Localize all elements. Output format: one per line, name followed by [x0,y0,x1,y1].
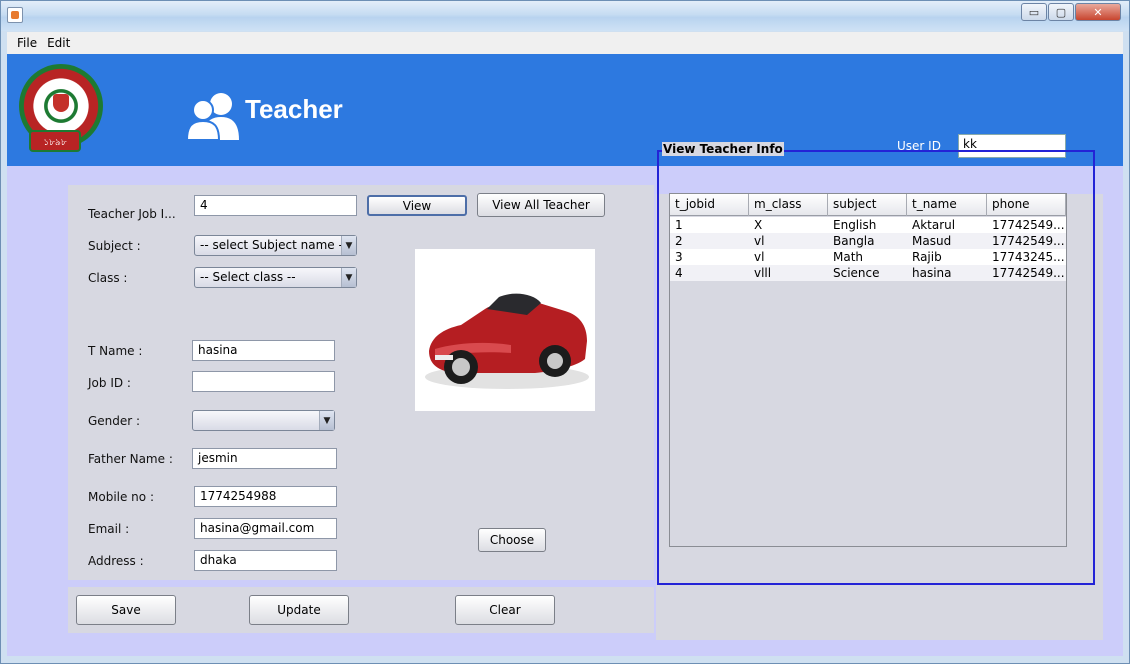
teacher-photo [415,249,595,411]
chevron-down-icon: ▼ [319,411,334,430]
column-header[interactable]: subject [828,194,907,216]
column-header[interactable]: t_name [907,194,987,216]
update-button[interactable]: Update [249,595,349,625]
table-cell: vl [754,250,765,264]
job-id-label: Job ID : [88,376,131,390]
chevron-down-icon: ▼ [341,268,356,287]
menu-edit[interactable]: Edit [47,36,70,50]
menu-file[interactable]: File [17,36,37,50]
table-cell: English [833,218,877,232]
father-name-label: Father Name : [88,452,173,466]
table-cell: 1 [675,218,683,232]
class-label: Class : [88,271,128,285]
maximize-icon: ▢ [1055,5,1067,19]
table-cell: 17742549... [992,234,1065,248]
table-cell: Aktarul [912,218,956,232]
table-cell: 3 [675,250,683,264]
class-select[interactable]: -- Select class -- ▼ [194,267,357,288]
save-button[interactable]: Save [76,595,176,625]
table-cell: vl [754,234,765,248]
table-row[interactable]: 1 X English Aktarul 17742549... [670,217,1066,233]
column-header[interactable]: phone [987,194,1066,216]
teacher-job-id-input[interactable]: 4 [194,195,357,216]
table-cell: Science [833,266,880,280]
application-window: ▭ ▢ ✕ File Edit ১৮৯৮ Teacher User ID kk [0,0,1130,664]
subject-select-value: -- select Subject name -- [200,238,348,252]
table-cell: Rajib [912,250,942,264]
table-row[interactable]: 4 vlll Science hasina 17742549... [670,265,1066,281]
chevron-down-icon: ▼ [341,236,356,255]
view-all-teacher-button[interactable]: View All Teacher [477,193,605,217]
minimize-icon: ▭ [1028,5,1040,19]
car-image-icon [425,293,589,389]
mobile-input[interactable]: 1774254988 [194,486,337,507]
table-cell: 4 [675,266,683,280]
subject-label: Subject : [88,239,141,253]
table-cell: Bangla [833,234,875,248]
table-cell: Math [833,250,864,264]
column-header[interactable]: m_class [749,194,828,216]
class-select-value: -- Select class -- [200,270,296,284]
table-cell: vlll [754,266,772,280]
teacher-job-id-label: Teacher Job I... [88,207,176,221]
teacher-info-legend: View Teacher Info [662,142,784,156]
address-input[interactable]: dhaka [194,550,337,571]
table-cell: X [754,218,763,232]
close-icon: ✕ [1093,5,1103,19]
java-app-icon [7,7,23,23]
page-title: Teacher [245,94,343,124]
address-label: Address : [88,554,144,568]
email-label: Email : [88,522,130,536]
email-input[interactable]: hasina@gmail.com [194,518,337,539]
teacher-name-input[interactable]: hasina [192,340,335,361]
table-row[interactable]: 2 vl Bangla Masud 17742549... [670,233,1066,249]
table-cell: 17742549... [992,218,1065,232]
choose-photo-button[interactable]: Choose [478,528,546,552]
father-name-input[interactable]: jesmin [192,448,337,469]
table-cell: hasina [912,266,952,280]
subject-select[interactable]: -- select Subject name -- ▼ [194,235,357,256]
clear-button[interactable]: Clear [455,595,555,625]
gender-label: Gender : [88,414,141,428]
maximize-button[interactable]: ▢ [1048,3,1074,21]
table-cell: Masud [912,234,952,248]
table-cell: 2 [675,234,683,248]
mobile-label: Mobile no : [88,490,154,504]
table-header: t_jobid m_class subject t_name phone [670,194,1066,216]
job-id-input[interactable] [192,371,335,392]
menu-bar: File Edit [7,32,1123,54]
teacher-name-label: T Name : [88,344,143,358]
close-button[interactable]: ✕ [1075,3,1121,21]
column-header[interactable]: t_jobid [670,194,749,216]
logo-emblem [53,94,69,112]
users-icon [187,93,239,140]
table-cell: 17743245... [992,250,1065,264]
table-cell: 17742549... [992,266,1065,280]
teacher-table[interactable]: t_jobid m_class subject t_name phone 1 X… [669,193,1067,547]
minimize-button[interactable]: ▭ [1021,3,1047,21]
gender-select[interactable]: ▼ [192,410,335,431]
view-button[interactable]: View [367,195,467,216]
logo-ribbon: ১৮৯৮ [29,130,81,152]
table-row[interactable]: 3 vl Math Rajib 17743245... [670,249,1066,265]
title-bar[interactable]: ▭ ▢ ✕ [1,1,1129,31]
